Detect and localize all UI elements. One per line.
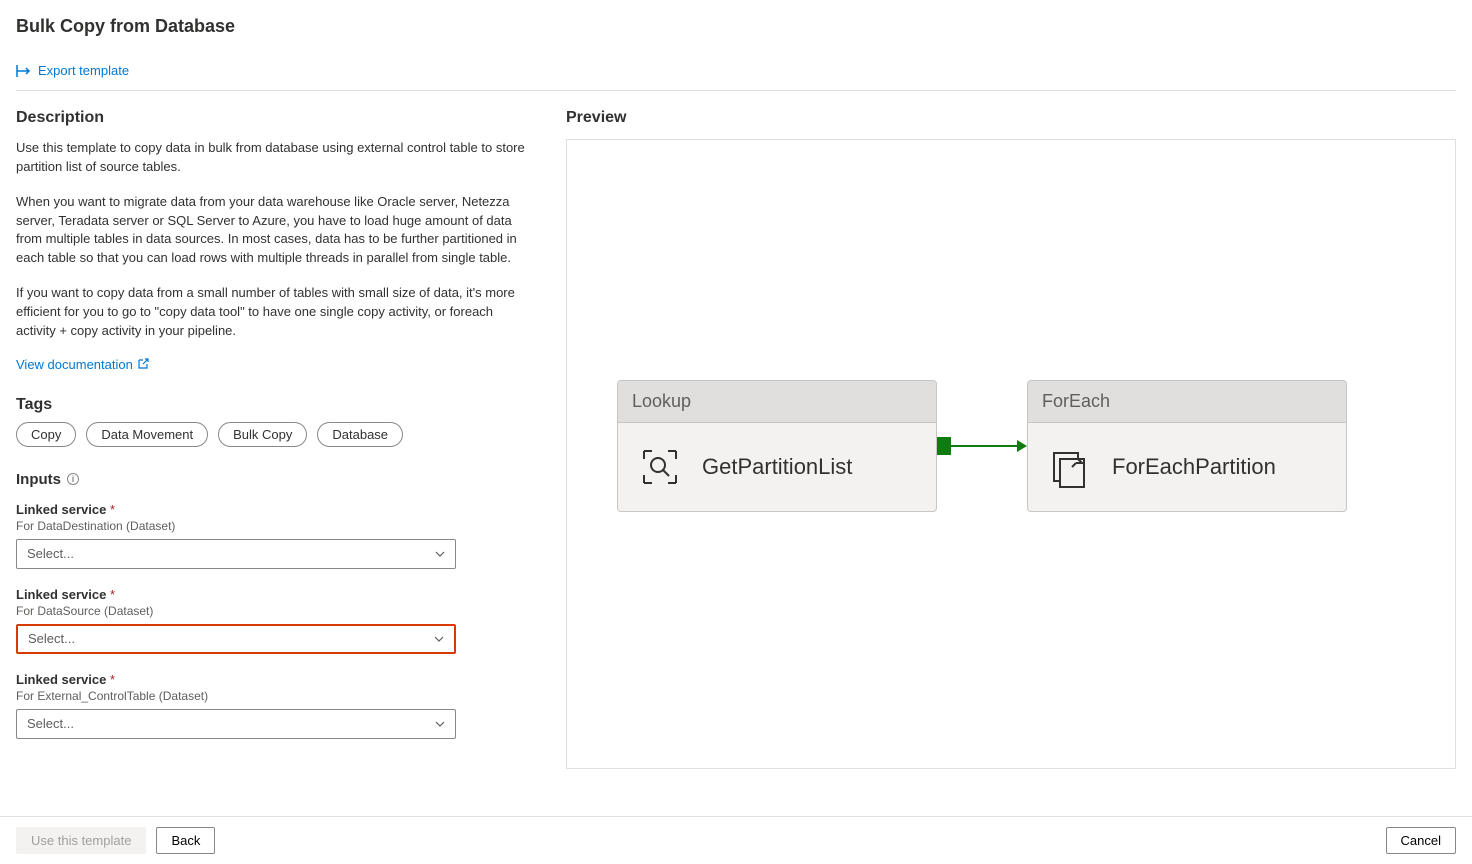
output-port xyxy=(1346,437,1347,455)
field-sublabel: For External_ControlTable (Dataset) xyxy=(16,689,526,703)
export-icon xyxy=(16,64,32,78)
tag-copy[interactable]: Copy xyxy=(16,422,76,447)
select-placeholder: Select... xyxy=(27,716,74,731)
select-placeholder: Select... xyxy=(27,546,74,561)
divider xyxy=(16,90,1456,91)
linked-service-select-control-table[interactable]: Select... xyxy=(16,709,456,739)
activity-type-label: ForEach xyxy=(1028,381,1346,423)
back-button[interactable]: Back xyxy=(156,827,215,854)
export-template-link[interactable]: Export template xyxy=(16,63,129,78)
preview-heading: Preview xyxy=(566,109,1456,127)
activity-lookup[interactable]: Lookup GetPartitionList xyxy=(617,380,937,512)
description-p2: When you want to migrate data from your … xyxy=(16,193,526,268)
inputs-heading-label: Inputs xyxy=(16,471,61,488)
description-p1: Use this template to copy data in bulk f… xyxy=(16,139,526,177)
input-field-data-source: Linked service * For DataSource (Dataset… xyxy=(16,587,526,654)
cancel-button[interactable]: Cancel xyxy=(1386,827,1456,854)
foreach-icon xyxy=(1048,445,1092,489)
linked-service-select-source[interactable]: Select... xyxy=(16,624,456,654)
inputs-heading: Inputs i xyxy=(16,471,526,488)
tags-heading: Tags xyxy=(16,396,526,414)
required-asterisk: * xyxy=(110,587,115,602)
external-link-icon xyxy=(137,358,149,370)
required-asterisk: * xyxy=(110,502,115,517)
field-label: Linked service * xyxy=(16,502,526,517)
tag-bulk-copy[interactable]: Bulk Copy xyxy=(218,422,307,447)
activity-connector xyxy=(937,437,1027,455)
page-title: Bulk Copy from Database xyxy=(16,16,1456,37)
select-placeholder: Select... xyxy=(28,631,75,646)
chevron-down-icon xyxy=(435,551,445,557)
input-field-control-table: Linked service * For External_ControlTab… xyxy=(16,672,526,739)
info-icon[interactable]: i xyxy=(67,473,79,485)
required-asterisk: * xyxy=(110,672,115,687)
output-port xyxy=(937,437,951,455)
description-heading: Description xyxy=(16,109,526,127)
tags-row: Copy Data Movement Bulk Copy Database xyxy=(16,422,526,447)
field-label: Linked service * xyxy=(16,587,526,602)
view-documentation-link[interactable]: View documentation xyxy=(16,357,149,372)
tag-data-movement[interactable]: Data Movement xyxy=(86,422,208,447)
chevron-down-icon xyxy=(435,721,445,727)
linked-service-select-destination[interactable]: Select... xyxy=(16,539,456,569)
lookup-icon xyxy=(638,445,682,489)
export-template-label: Export template xyxy=(38,63,129,78)
use-this-template-button: Use this template xyxy=(16,827,146,854)
field-sublabel: For DataDestination (Dataset) xyxy=(16,519,526,533)
activity-name-label: ForEachPartition xyxy=(1112,454,1276,480)
field-label: Linked service * xyxy=(16,672,526,687)
activity-name-label: GetPartitionList xyxy=(702,454,852,480)
preview-canvas[interactable]: Lookup GetPartitionList xyxy=(566,139,1456,769)
tag-database[interactable]: Database xyxy=(317,422,403,447)
activity-type-label: Lookup xyxy=(618,381,936,423)
field-sublabel: For DataSource (Dataset) xyxy=(16,604,526,618)
chevron-down-icon xyxy=(434,636,444,642)
input-field-data-destination: Linked service * For DataDestination (Da… xyxy=(16,502,526,569)
activity-foreach[interactable]: ForEach ForEachPartition xyxy=(1027,380,1347,512)
description-p3: If you want to copy data from a small nu… xyxy=(16,284,526,341)
view-documentation-label: View documentation xyxy=(16,357,133,372)
